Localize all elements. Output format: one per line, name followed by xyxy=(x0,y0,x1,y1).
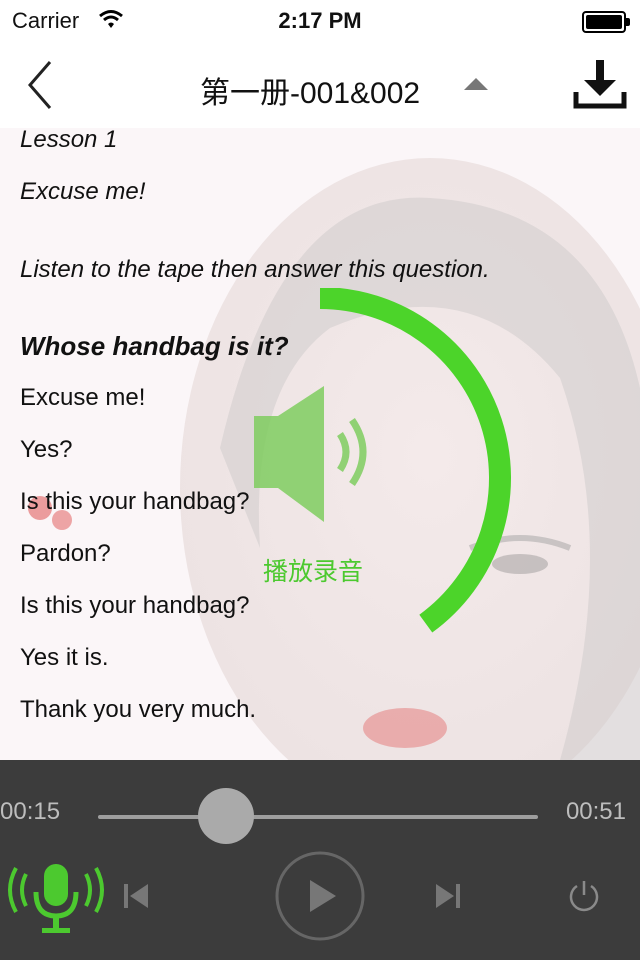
dialogue-line: Is this your handbag? xyxy=(20,488,250,515)
dialogue-line: Is this your handbag? xyxy=(20,592,250,619)
lesson-content[interactable]: Lesson 1 Excuse me! Listen to the tape t… xyxy=(0,128,640,760)
previous-icon[interactable] xyxy=(120,880,152,912)
back-chevron-icon[interactable] xyxy=(22,58,62,112)
navigation-bar: 第一册-001&002 xyxy=(0,40,640,128)
lesson-title: Excuse me! xyxy=(20,178,146,205)
play-icon[interactable] xyxy=(274,850,366,942)
speaker-icon[interactable] xyxy=(254,386,367,522)
dialogue-line: Yes it is. xyxy=(20,644,109,671)
dialogue-line: Thank you very much. xyxy=(20,696,257,723)
download-icon[interactable] xyxy=(572,56,628,112)
power-icon[interactable] xyxy=(566,878,602,914)
audio-player: 00:15 00:51 xyxy=(0,760,640,960)
microphone-icon[interactable] xyxy=(4,860,108,936)
next-icon[interactable] xyxy=(432,880,464,912)
dialogue-line: Excuse me! xyxy=(20,384,146,411)
dialogue-line: Pardon? xyxy=(20,540,111,567)
progress-slider-knob[interactable] xyxy=(197,788,254,844)
play-recording-overlay[interactable] xyxy=(240,288,520,648)
lesson-number: Lesson 1 xyxy=(20,128,118,153)
caret-up-icon[interactable] xyxy=(464,78,488,90)
nav-title[interactable]: 第一册-001&002 xyxy=(200,68,420,112)
progress-track[interactable] xyxy=(98,815,538,819)
status-time: 2:17 PM xyxy=(278,8,362,33)
battery-icon xyxy=(582,11,630,33)
play-recording-label[interactable]: 播放录音 xyxy=(263,552,363,588)
dialogue-line: Yes? xyxy=(20,436,73,463)
status-bar: Carrier 2:17 PM xyxy=(0,0,640,40)
lesson-instruction: Listen to the tape then answer this ques… xyxy=(20,256,490,283)
current-time: 00:15 xyxy=(0,798,61,825)
total-time: 00:51 xyxy=(565,798,626,825)
